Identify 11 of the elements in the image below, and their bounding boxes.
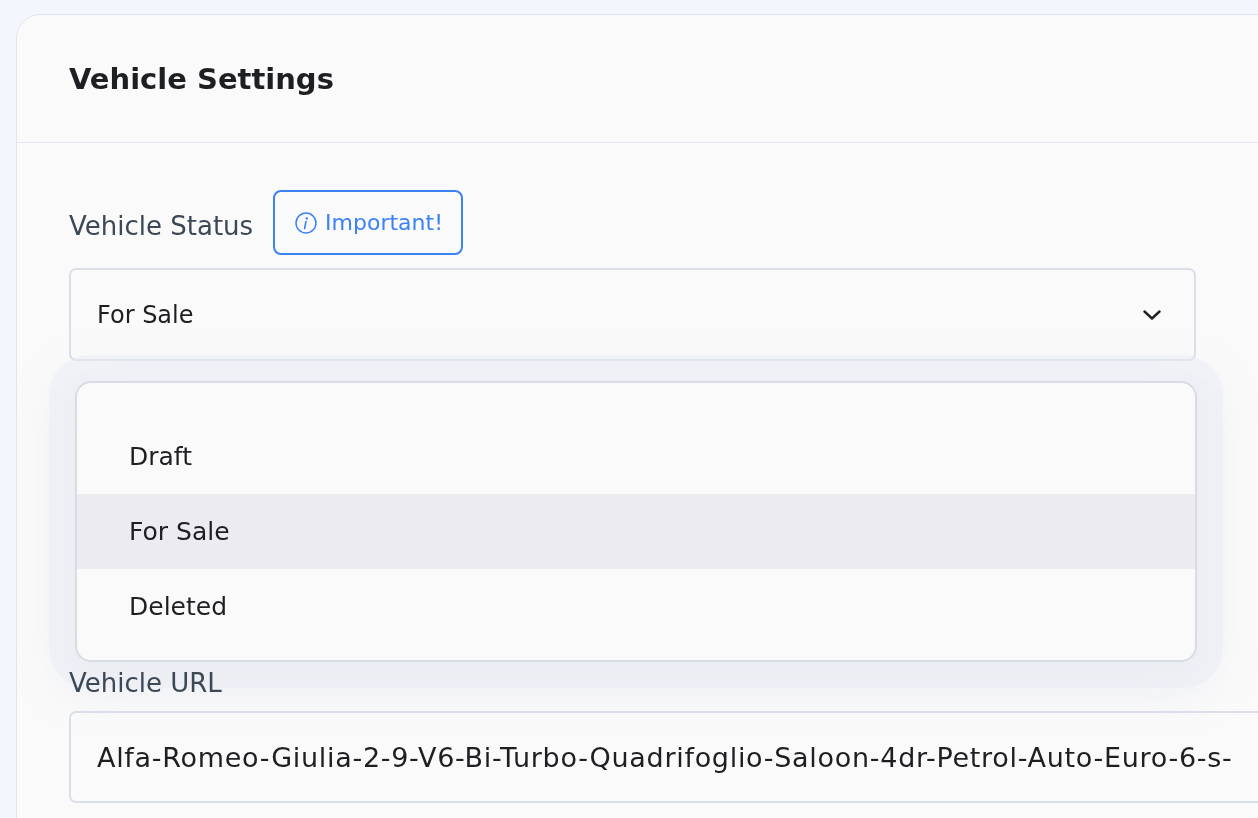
field-label: Vehicle URL	[69, 667, 222, 700]
info-icon	[295, 211, 318, 234]
status-select[interactable]: For Sale	[69, 268, 1196, 361]
url-field[interactable]: Alfa-Romeo-Giulia-2-9-V6-Bi-Turbo-Quadrifoglio-Saloon-4dr-Petrol-Auto-Euro-6-s-	[69, 711, 1258, 803]
dropdown-option[interactable]: Draft	[77, 419, 1195, 494]
chevron-down-icon	[1143, 309, 1161, 320]
card-title: Vehicle Settings	[69, 61, 334, 96]
field-label: Vehicle Status	[69, 209, 254, 241]
dropdown-option[interactable]: For Sale	[77, 494, 1195, 569]
info-badge[interactable]: Important!	[273, 190, 463, 255]
dropdown-option[interactable]: Deleted	[77, 569, 1195, 644]
